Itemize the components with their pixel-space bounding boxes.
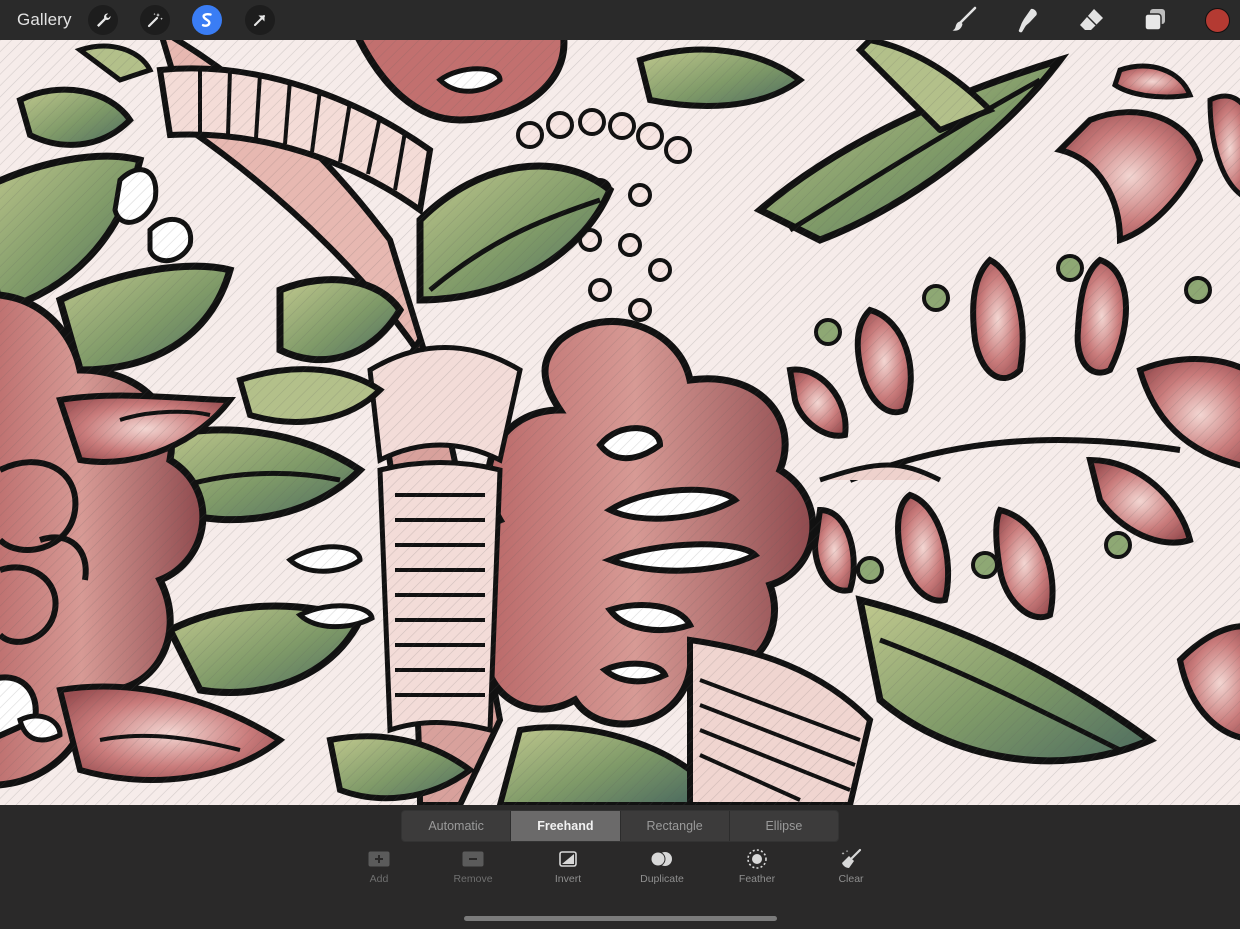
brush-icon: [952, 6, 977, 31]
remove-label: Remove: [453, 873, 493, 885]
eraser-tool[interactable]: [1077, 6, 1105, 34]
clear-button[interactable]: Clear: [816, 848, 886, 885]
home-indicator[interactable]: [464, 916, 777, 921]
wrench-icon: [97, 13, 111, 27]
duplicate-icon: [650, 851, 672, 867]
magic-wand-icon: [147, 13, 163, 28]
transform-arrow-icon: [254, 15, 265, 26]
mode-freehand[interactable]: Freehand: [511, 811, 621, 841]
remove-icon: [462, 851, 484, 867]
transform-button[interactable]: [245, 5, 275, 35]
drawing-canvas[interactable]: [0, 40, 1240, 805]
color-picker[interactable]: [1205, 8, 1230, 33]
duplicate-button[interactable]: Duplicate: [627, 848, 697, 885]
clear-label: Clear: [838, 873, 864, 885]
smudge-icon: [1018, 8, 1037, 33]
selection-actions: Add Remove Invert Duplicate Feather Clea…: [0, 848, 1240, 898]
mode-ellipse[interactable]: Ellipse: [730, 811, 838, 841]
selection-icon: [201, 13, 212, 27]
selection-button[interactable]: [192, 5, 222, 35]
floral-artwork: [0, 40, 1240, 805]
layers-tool[interactable]: [1141, 6, 1169, 34]
eraser-icon: [1080, 9, 1103, 30]
actions-wrench-button[interactable]: [88, 5, 118, 35]
gallery-button[interactable]: Gallery: [17, 10, 72, 30]
add-label: Add: [369, 873, 389, 885]
invert-label: Invert: [554, 873, 582, 885]
mode-automatic[interactable]: Automatic: [402, 811, 512, 841]
brush-tool[interactable]: [950, 6, 978, 34]
invert-button[interactable]: Invert: [533, 848, 603, 885]
remove-button[interactable]: Remove: [438, 848, 508, 885]
duplicate-label: Duplicate: [640, 873, 684, 885]
selection-mode-segmented-control: Automatic Freehand Rectangle Ellipse: [401, 810, 839, 842]
selection-panel: Automatic Freehand Rectangle Ellipse Add…: [0, 805, 1240, 929]
add-icon: [368, 851, 390, 867]
adjustments-button[interactable]: [140, 5, 170, 35]
feather-button[interactable]: Feather: [722, 848, 792, 885]
feather-label: Feather: [738, 873, 776, 885]
invert-icon: [559, 851, 577, 867]
top-toolbar: Gallery: [0, 0, 1240, 40]
clear-broom-icon: [841, 848, 862, 868]
smudge-tool[interactable]: [1013, 6, 1041, 34]
add-button[interactable]: Add: [344, 848, 414, 885]
mode-rectangle[interactable]: Rectangle: [621, 811, 730, 841]
layers-icon: [1144, 9, 1165, 31]
feather-icon: [747, 849, 767, 869]
